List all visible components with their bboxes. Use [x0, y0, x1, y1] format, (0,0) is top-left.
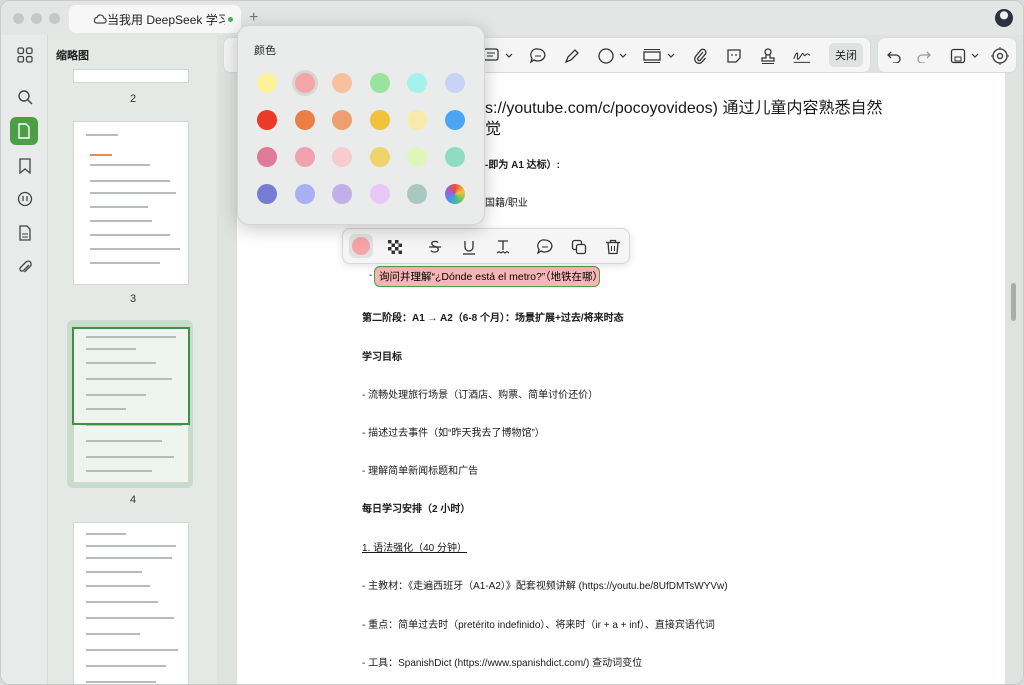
circle-shape-icon[interactable] [596, 46, 616, 66]
color-swatch[interactable] [294, 147, 315, 167]
color-swatch[interactable] [407, 110, 428, 130]
color-swatch[interactable] [294, 184, 315, 204]
chevron-down-icon[interactable] [504, 46, 514, 66]
color-swatch[interactable] [445, 147, 465, 167]
color-swatch[interactable] [332, 73, 353, 93]
tab-title: 当我用 DeepSeek 学习 [107, 12, 225, 27]
doc-list-item: - 重点：简单过去时（pretérito indefinido）、将来时（ir … [362, 620, 715, 631]
color-swatch[interactable] [407, 184, 428, 204]
color-swatch[interactable] [445, 110, 465, 130]
highlighted-annotation[interactable]: 询问并理解“¿Dónde está el metro?”（地铁在哪） [374, 266, 603, 287]
color-swatch[interactable] [257, 73, 277, 93]
doc-section-heading: 学习目标 [362, 352, 402, 363]
doc-heading-line: 觉 [485, 121, 502, 138]
doc-list-item: - 描述过去事件（如“昨天我去了博物馆”） [362, 428, 545, 439]
copy-icon[interactable] [569, 237, 589, 257]
doc-list-item: - 流畅处理旅行场景（订酒店、购票、简单讨价还价） [362, 390, 599, 401]
delete-icon[interactable] [603, 237, 623, 257]
attachment-icon[interactable] [15, 257, 35, 277]
current-color-button[interactable] [349, 234, 373, 258]
comment-icon[interactable] [528, 46, 548, 66]
custom-color-swatch[interactable] [445, 184, 465, 204]
left-icon-rail [1, 35, 47, 684]
underline-icon[interactable] [459, 237, 479, 257]
text-note-icon[interactable] [482, 46, 502, 66]
thumbnail-panel: 缩略图 2 3 4 [47, 35, 255, 684]
comments-icon[interactable] [15, 189, 35, 209]
color-swatch[interactable] [257, 110, 277, 130]
attach-file-icon[interactable] [690, 46, 710, 66]
app-window: 当我用 DeepSeek 学习 + 缩略图 2 3 4 关闭 s://youtu… [0, 0, 1024, 685]
document-tab[interactable]: 当我用 DeepSeek 学习 [69, 5, 241, 33]
color-swatch[interactable] [294, 73, 315, 93]
ai-assistant-icon[interactable] [990, 46, 1010, 66]
color-swatch[interactable] [369, 110, 390, 130]
color-swatch[interactable] [369, 73, 390, 93]
undo-icon[interactable] [884, 46, 904, 66]
pen-icon[interactable] [562, 46, 582, 66]
color-swatch[interactable] [332, 110, 353, 130]
doc-paragraph: 国籍/职业 [485, 198, 528, 209]
opacity-icon[interactable] [385, 237, 405, 257]
chevron-down-icon[interactable] [666, 46, 676, 66]
list-bullet: - [369, 270, 373, 281]
minimize-window-button[interactable] [31, 13, 42, 24]
doc-subheading: 1. 语法强化（40 分钟） [362, 543, 468, 554]
user-avatar[interactable] [995, 9, 1013, 27]
thumbnail-viewport-indicator[interactable] [72, 327, 190, 425]
strikethrough-icon[interactable] [425, 237, 445, 257]
thumbnail-panel-title: 缩略图 [56, 50, 89, 62]
zoom-window-button[interactable] [49, 13, 60, 24]
thumbnails-icon[interactable] [10, 117, 38, 145]
doc-paragraph: -即为 A1 达标）: [485, 160, 560, 171]
bookmark-icon[interactable] [15, 156, 35, 176]
color-swatch[interactable] [369, 184, 390, 204]
redo-icon[interactable] [914, 46, 934, 66]
history-toolbar [877, 37, 1017, 73]
thumbnail-page-number: 2 [129, 93, 137, 105]
save-icon[interactable] [948, 46, 968, 66]
doc-section-heading: 第二阶段：A1 → A2（6-8 个月）：场景扩展+过去/将来时态 [362, 313, 624, 324]
document-scrollbar-thumb[interactable] [1011, 283, 1016, 321]
stamp-icon[interactable] [758, 46, 778, 66]
thumbnail-page-5[interactable] [73, 522, 189, 684]
color-swatch[interactable] [407, 147, 428, 167]
color-swatch[interactable] [369, 147, 390, 167]
cloud-icon [93, 13, 107, 28]
search-icon[interactable] [15, 87, 35, 107]
color-swatch[interactable] [332, 184, 353, 204]
thumbnail-page-number: 3 [129, 293, 137, 305]
doc-section-heading: 每日学习安排（2 小时） [362, 504, 471, 515]
highlight-context-toolbar [342, 228, 630, 264]
close-annotation-mode-button[interactable]: 关闭 [829, 43, 863, 67]
color-swatch[interactable] [257, 184, 277, 204]
color-swatch[interactable] [407, 73, 428, 93]
color-swatch[interactable] [257, 147, 277, 167]
sync-status-dot [228, 17, 233, 22]
chevron-down-icon[interactable] [618, 46, 628, 66]
title-bar: 当我用 DeepSeek 学习 + [1, 1, 1023, 35]
close-window-button[interactable] [13, 13, 24, 24]
text-box-icon[interactable] [642, 46, 662, 66]
doc-list-item: - 理解简单新闻标题和广告 [362, 466, 479, 477]
color-swatch[interactable] [332, 147, 353, 167]
doc-heading-line: s://youtube.com/c/pocoyovideos) 通过儿童内容熟悉… [485, 100, 883, 117]
thumbnail-page-number: 4 [129, 494, 137, 506]
thumbnail-page-2[interactable] [73, 69, 189, 83]
sticker-icon[interactable] [724, 46, 744, 66]
doc-list-item: - 主教材：《走遍西班牙（A1-A2）》配套视频讲解 (https://yout… [362, 581, 728, 592]
thumbnail-page-3[interactable] [73, 121, 189, 285]
current-color-swatch [352, 237, 370, 255]
document-icon[interactable] [15, 223, 35, 243]
grid-icon[interactable] [15, 45, 35, 65]
squiggly-underline-icon[interactable] [493, 237, 513, 257]
signature-icon[interactable] [792, 46, 812, 66]
chevron-down-icon[interactable] [970, 46, 980, 66]
color-picker-title: 颜色 [254, 45, 276, 57]
color-swatch[interactable] [445, 73, 465, 93]
doc-list-item: - 工具：SpanishDict (https://www.spanishdic… [362, 658, 643, 669]
color-swatch[interactable] [294, 110, 315, 130]
add-comment-icon[interactable] [535, 237, 555, 257]
color-picker-popover: 颜色 [237, 25, 485, 225]
